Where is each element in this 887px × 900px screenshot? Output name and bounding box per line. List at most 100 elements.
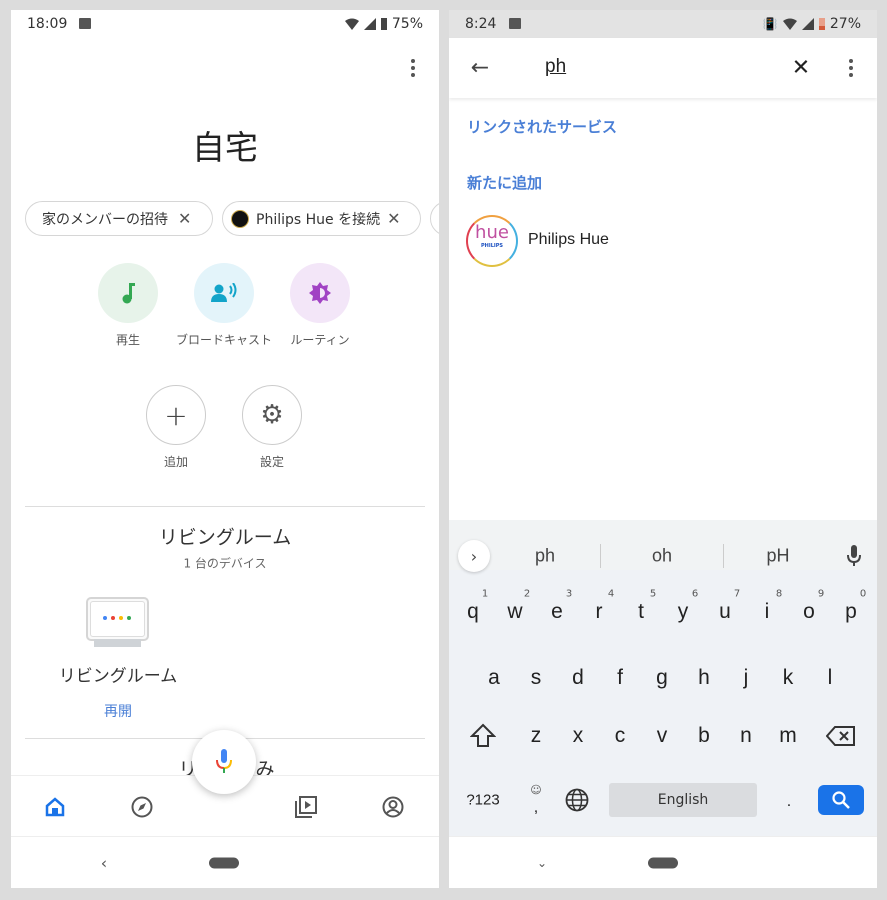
gear-icon: ⚙ [260, 400, 284, 430]
routine-icon [309, 282, 331, 304]
add-label: 追加 [163, 455, 189, 469]
device-name[interactable]: リビングルーム [59, 662, 178, 687]
routine-label: ルーティン [290, 333, 350, 347]
key-u[interactable]: u [719, 600, 731, 624]
room-title: リビングルーム [158, 526, 292, 549]
key-hint: 5 [649, 588, 657, 600]
settings-label: 設定 [259, 455, 285, 469]
key-v[interactable]: v [657, 724, 668, 748]
key-x[interactable]: x [573, 724, 584, 748]
wifi-icon [782, 18, 797, 30]
home-pill[interactable] [648, 857, 678, 869]
back-icon[interactable]: ‹ [101, 854, 107, 873]
period-key[interactable]: . [787, 793, 791, 811]
more-chip[interactable] [430, 201, 439, 236]
globe-icon[interactable] [565, 788, 589, 812]
signal-icon [801, 18, 814, 30]
key-r[interactable]: r [596, 600, 603, 624]
key-l[interactable]: l [828, 666, 833, 690]
key-t[interactable]: t [638, 600, 644, 624]
add-button[interactable]: + [146, 385, 206, 445]
key-g[interactable]: g [656, 666, 668, 690]
backspace-icon[interactable] [826, 725, 856, 747]
battery-icon [380, 18, 387, 30]
search-toolbar: ← ph ✕ [449, 38, 877, 98]
symbols-key[interactable]: ?123 [466, 792, 499, 809]
key-a[interactable]: a [488, 666, 500, 690]
key-c[interactable]: c [615, 724, 626, 748]
suggestion[interactable]: oh [652, 546, 672, 567]
key-b[interactable]: b [698, 724, 710, 748]
key-n[interactable]: n [740, 724, 752, 748]
key-s[interactable]: s [531, 666, 542, 690]
chip-label: 家のメンバーの招待 [42, 211, 168, 228]
room-subtitle: 1 台のデバイス [183, 556, 267, 571]
play-button[interactable] [98, 263, 158, 323]
nest-hub-device-icon[interactable] [86, 597, 149, 647]
divider [723, 544, 724, 568]
routine-button[interactable] [290, 263, 350, 323]
key-h[interactable]: h [698, 666, 710, 690]
wifi-icon [344, 18, 359, 30]
key-e[interactable]: e [551, 600, 563, 624]
more-options-icon[interactable] [849, 59, 853, 77]
back-arrow-icon[interactable]: ← [471, 56, 489, 81]
assistant-mic-button[interactable] [192, 730, 256, 794]
result-name: Philips Hue [528, 231, 609, 248]
account-icon[interactable] [382, 796, 404, 818]
key-y[interactable]: y [678, 600, 689, 624]
settings-button[interactable]: ⚙ [242, 385, 302, 445]
google-mic-icon [216, 749, 232, 773]
system-nav-bar: ‹ [11, 836, 439, 888]
search-input[interactable]: ph [545, 56, 566, 78]
search-key[interactable] [818, 785, 864, 815]
key-d[interactable]: d [572, 666, 584, 690]
voice-input-icon[interactable] [847, 545, 861, 567]
close-icon[interactable]: ✕ [178, 209, 191, 228]
music-note-icon [122, 283, 135, 304]
battery-percent: 27% [829, 16, 861, 32]
media-icon[interactable] [295, 796, 317, 818]
key-hint: 2 [523, 588, 531, 600]
invite-member-chip[interactable]: 家のメンバーの招待 ✕ [25, 201, 213, 236]
emoji-icon[interactable]: ☺ [530, 784, 541, 797]
key-z[interactable]: z [531, 724, 542, 748]
linked-services-heading: リンクされたサービス [467, 118, 618, 136]
home-icon[interactable] [45, 797, 65, 817]
shift-icon[interactable] [470, 723, 496, 749]
broadcast-button[interactable] [194, 263, 254, 323]
key-hint: 6 [691, 588, 699, 600]
key-p[interactable]: p [845, 600, 857, 624]
key-k[interactable]: k [783, 666, 794, 690]
close-icon[interactable]: ✕ [387, 209, 400, 228]
key-w[interactable]: w [507, 600, 522, 624]
resume-button[interactable]: 再開 [104, 701, 132, 721]
add-new-heading: 新たに追加 [467, 174, 543, 192]
key-j[interactable]: j [744, 666, 749, 690]
philips-hue-logo: hue PHILIPS [466, 215, 518, 267]
key-m[interactable]: m [779, 724, 797, 748]
expand-toolbar-icon[interactable]: › [458, 540, 490, 572]
home-pill[interactable] [209, 857, 239, 869]
broadcast-label: ブロードキャスト [175, 333, 272, 347]
hide-keyboard-icon[interactable]: ⌄ [537, 856, 547, 870]
key-o[interactable]: o [803, 600, 815, 624]
key-q[interactable]: q [467, 600, 479, 624]
comma-key[interactable]: , [534, 799, 538, 817]
space-key[interactable]: English [609, 783, 757, 817]
battery-low-icon [818, 18, 825, 30]
status-bar: 8:24 📳 27% [449, 10, 877, 38]
clear-search-icon[interactable]: ✕ [792, 56, 810, 81]
vibrate-icon: 📳 [762, 17, 778, 31]
plus-icon: + [164, 398, 188, 432]
key-f[interactable]: f [617, 666, 623, 690]
philips-hue-result[interactable]: hue PHILIPS Philips Hue [466, 215, 826, 267]
explore-icon[interactable] [131, 796, 153, 818]
suggestion[interactable]: ph [535, 546, 555, 567]
key-hint: 4 [607, 588, 615, 600]
connect-philips-hue-chip[interactable]: Philips Hue を接続 ✕ [222, 201, 421, 236]
suggestion[interactable]: pH [766, 546, 789, 567]
key-hint: 7 [733, 588, 741, 600]
more-options-icon[interactable] [411, 59, 415, 77]
key-i[interactable]: i [765, 600, 770, 624]
